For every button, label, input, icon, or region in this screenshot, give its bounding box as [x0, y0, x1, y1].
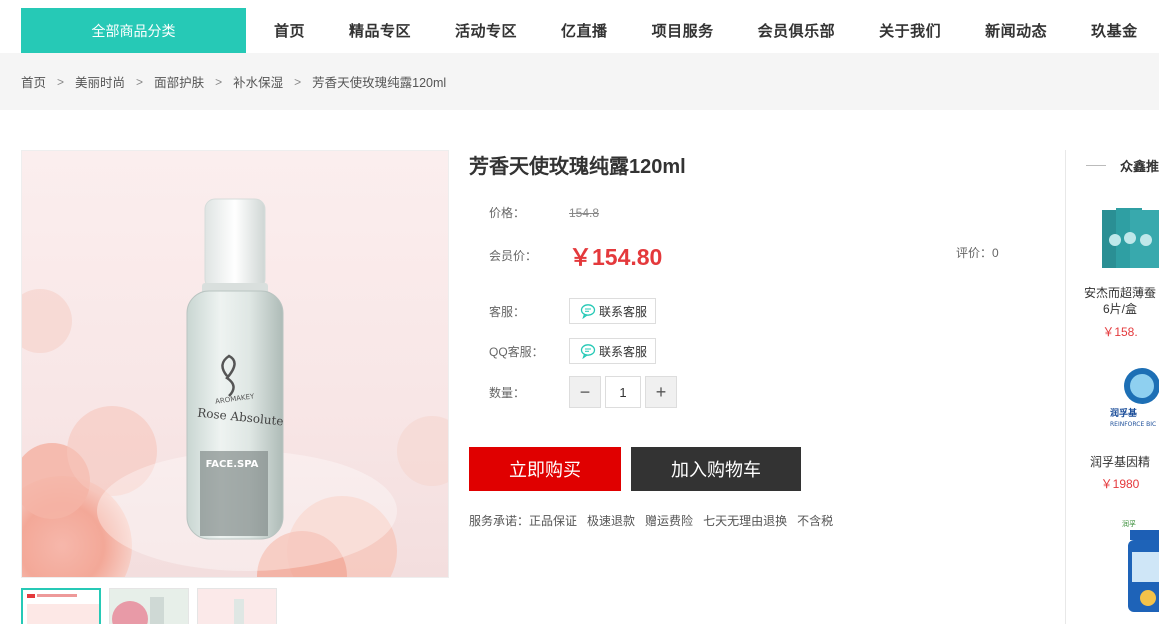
product-photo: AROMAKEY Rose Absolute FACE.SPA — [22, 198, 448, 577]
chevron-right-icon: > — [57, 74, 65, 89]
quantity-decrease-button[interactable]: − — [569, 376, 601, 408]
thumbnail-3[interactable] — [197, 588, 277, 624]
sidebar-product-image[interactable] — [1090, 200, 1159, 280]
service-row: 客服： 联系客服 — [489, 298, 657, 324]
nav-item-home[interactable]: 首页 — [252, 20, 327, 41]
quantity-stepper: − + — [569, 376, 677, 408]
chat-bubble-icon — [580, 344, 596, 359]
service-promise: 服务承诺： 正品保证 极速退款 赠运费险 七天无理由退换 不含税 — [469, 512, 843, 529]
member-price-label: 会员价： — [489, 248, 538, 263]
breadcrumb-home[interactable]: 首页 — [21, 72, 46, 91]
product-thumbnail: 润孚基 REINFORCE BIC — [1110, 368, 1159, 428]
sidebar-product-image[interactable]: 润孚基 REINFORCE BIC — [1090, 360, 1159, 440]
bottle-illustration: AROMAKEY Rose Absolute FACE.SPA — [186, 198, 284, 540]
contact-service-label: 联系客服 — [599, 304, 648, 319]
chevron-right-icon: > — [136, 74, 144, 89]
nav-item-about[interactable]: 关于我们 — [857, 20, 963, 41]
brand-logo-text: 润孚 — [1122, 519, 1136, 528]
qq-contact-service-label: 联系客服 — [599, 344, 648, 359]
product-main-image[interactable]: AROMAKEY Rose Absolute FACE.SPA — [21, 150, 449, 578]
breadcrumb: 首页 > 美丽时尚 > 面部护肤 > 补水保湿 > 芳香天使玫瑰纯露120ml — [21, 53, 446, 110]
nav-item-news[interactable]: 新闻动态 — [963, 20, 1069, 41]
member-price-row: 会员价： ￥154.80 — [489, 238, 662, 272]
product-thumbnail — [1102, 208, 1159, 268]
bottle-spa-text: FACE.SPA — [206, 459, 259, 470]
top-nav: 全部商品分类 首页 精品专区 活动专区 亿直播 项目服务 会员俱乐部 关于我们 … — [0, 0, 1159, 53]
product-title: 芳香天使玫瑰纯露120ml — [469, 156, 686, 178]
promise-label: 服务承诺： — [469, 514, 530, 528]
qq-service-label: QQ客服： — [489, 344, 544, 359]
breadcrumb-fashion[interactable]: 美丽时尚 — [75, 72, 125, 91]
review-count[interactable]: 评价：0 — [956, 244, 999, 261]
promise-item: 极速退款 — [587, 514, 636, 528]
sidebar-product-price: ￥1980 — [1100, 477, 1140, 491]
breadcrumb-skincare[interactable]: 面部护肤 — [154, 72, 204, 91]
member-price: ￥154.80 — [569, 244, 663, 270]
thumbnail-2[interactable] — [109, 588, 189, 624]
original-price: 154.8 — [569, 205, 600, 220]
thumbnail-image — [110, 589, 188, 624]
thumbnail-image — [198, 589, 276, 624]
contact-service-button[interactable]: 联系客服 — [569, 298, 657, 324]
chevron-right-icon: > — [294, 74, 302, 89]
promise-item: 正品保证 — [529, 514, 578, 528]
nav-item-club[interactable]: 会员俱乐部 — [736, 20, 858, 41]
quantity-label: 数量： — [489, 385, 526, 400]
qq-contact-service-button[interactable]: 联系客服 — [569, 338, 657, 364]
service-label: 客服： — [489, 304, 526, 319]
brand-logo-subtext: REINFORCE BIC — [1110, 421, 1156, 428]
chat-bubble-icon — [580, 304, 596, 319]
sidebar-divider — [1065, 150, 1066, 624]
quantity-input[interactable] — [605, 376, 641, 408]
nav-item-fund[interactable]: 玖基金 — [1069, 20, 1159, 41]
chevron-right-icon: > — [215, 74, 223, 89]
quantity-increase-button[interactable]: + — [645, 376, 677, 408]
nav-item-activities[interactable]: 活动专区 — [433, 20, 539, 41]
thumbnail-1[interactable] — [21, 588, 101, 624]
breadcrumb-bar: 首页 > 美丽时尚 > 面部护肤 > 补水保湿 > 芳香天使玫瑰纯露120ml — [0, 53, 1159, 110]
main-menu: 首页 精品专区 活动专区 亿直播 项目服务 会员俱乐部 关于我们 新闻动态 玖基… — [252, 8, 1159, 53]
nav-item-live[interactable]: 亿直播 — [539, 20, 630, 41]
promise-item: 不含税 — [797, 514, 834, 528]
sidebar-product-price: ￥158. — [1102, 325, 1138, 339]
promise-item: 七天无理由退换 — [703, 514, 788, 528]
add-to-cart-button[interactable]: 加入购物车 — [631, 447, 801, 491]
sidebar-product-image[interactable]: 润孚 — [1090, 512, 1159, 612]
quantity-row: 数量： − + — [489, 376, 677, 408]
qq-service-row: QQ客服： 联系客服 — [489, 338, 657, 364]
price-row: 价格： 154.8 — [489, 204, 599, 221]
nav-item-featured[interactable]: 精品专区 — [327, 20, 433, 41]
nav-item-services[interactable]: 项目服务 — [630, 20, 736, 41]
brand-logo-text: 润孚基 — [1110, 407, 1138, 419]
sidebar-header-line — [1086, 165, 1106, 166]
sidebar-product-name-line2[interactable]: 6片/盒 — [1070, 301, 1159, 317]
breadcrumb-hydration[interactable]: 补水保湿 — [233, 72, 283, 91]
sidebar-title: 众鑫推 — [1120, 159, 1159, 174]
breadcrumb-current: 芳香天使玫瑰纯露120ml — [312, 76, 447, 90]
price-label: 价格： — [489, 206, 526, 220]
product-thumbnail: 润孚 — [1122, 519, 1159, 612]
buy-now-button[interactable]: 立即购买 — [469, 447, 621, 491]
sidebar-header: 众鑫推 — [1086, 156, 1159, 175]
thumbnail-image — [23, 590, 99, 624]
promise-item: 赠运费险 — [645, 514, 694, 528]
all-categories-button[interactable]: 全部商品分类 — [21, 8, 246, 53]
thumbnail-strip — [21, 588, 285, 624]
sidebar-product-name[interactable]: 安杰而超薄蚕 — [1070, 285, 1159, 301]
sidebar-product-name[interactable]: 润孚基因精 — [1070, 454, 1159, 470]
